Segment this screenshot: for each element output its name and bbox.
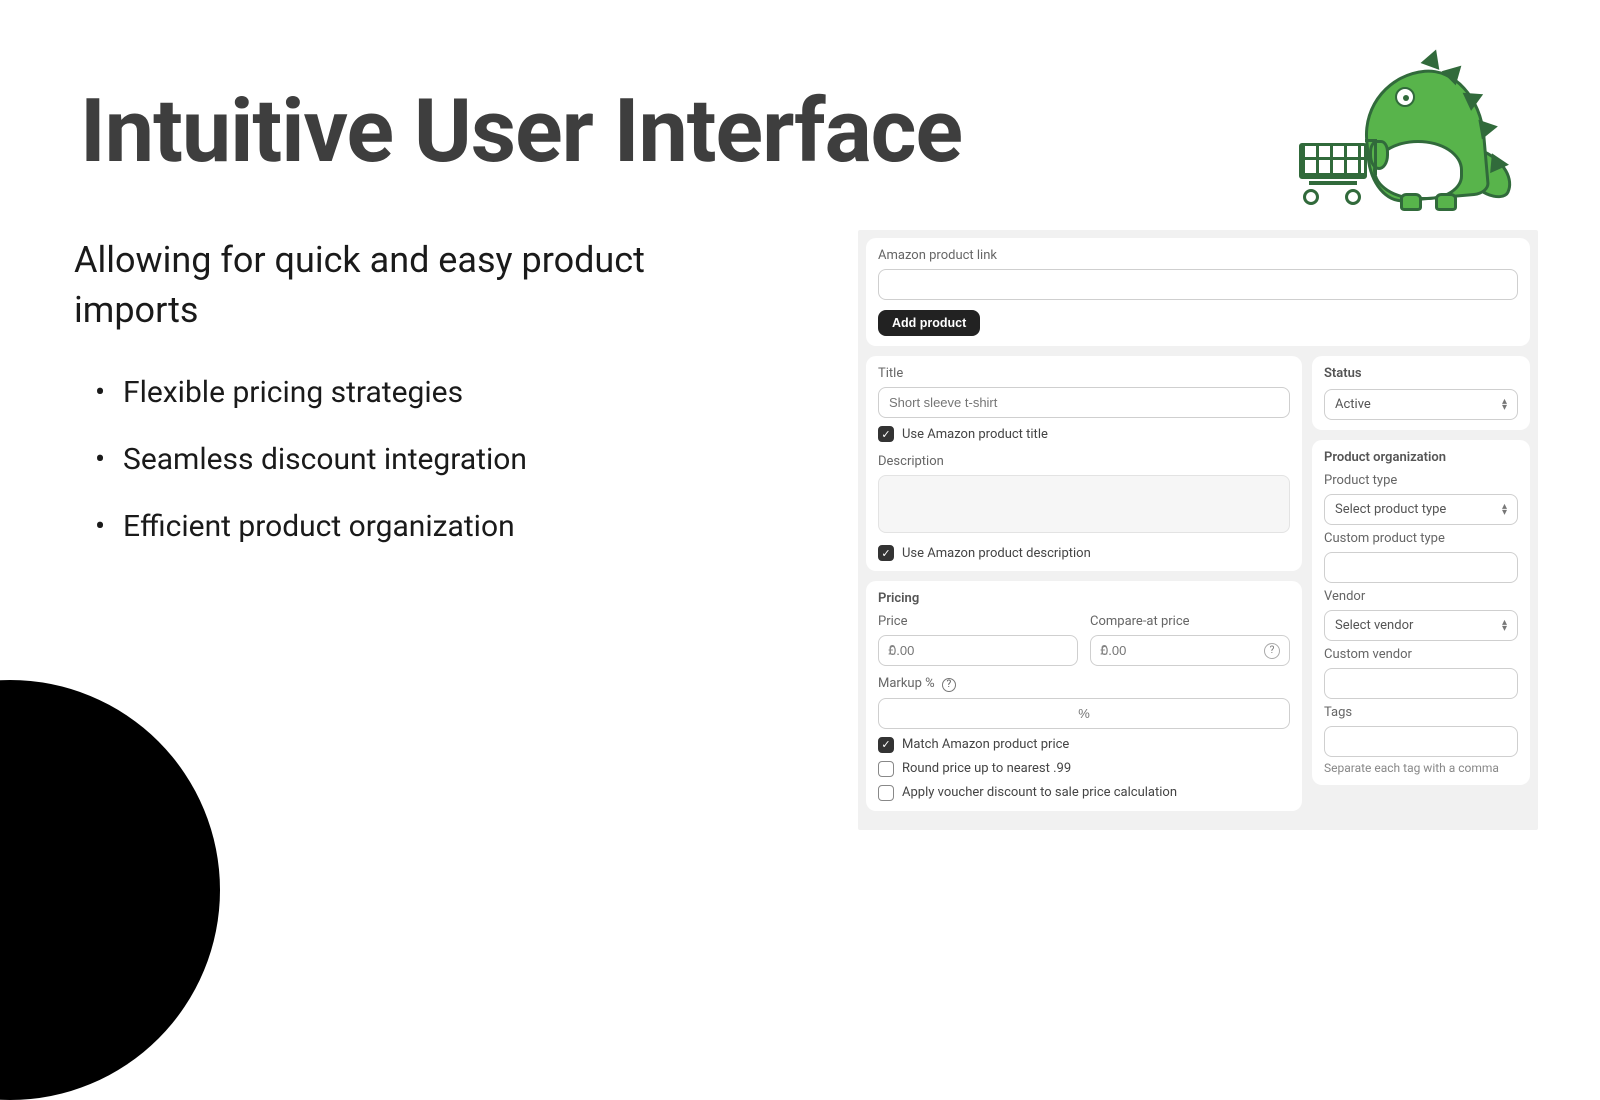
compare-help-icon[interactable]: ? xyxy=(1264,643,1280,659)
tags-label: Tags xyxy=(1324,705,1518,720)
slide-title: Intuitive User Interface xyxy=(80,80,962,183)
product-type-label: Product type xyxy=(1324,473,1518,488)
slide-bullets: Flexible pricing strategies Seamless dis… xyxy=(95,375,527,576)
amazon-link-input[interactable] xyxy=(878,269,1518,300)
select-arrows-icon: ▴▾ xyxy=(1502,620,1507,632)
product-form: Amazon product link Add product Title Us… xyxy=(858,230,1538,830)
organization-card: Product organization Product type Select… xyxy=(1312,440,1530,785)
markup-help-icon[interactable]: ? xyxy=(942,678,956,692)
custom-vendor-input[interactable] xyxy=(1324,668,1518,699)
bullet-item: Efficient product organization xyxy=(95,509,527,544)
title-label: Title xyxy=(878,366,1290,381)
add-product-button[interactable]: Add product xyxy=(878,310,980,336)
tags-input[interactable] xyxy=(1324,726,1518,757)
compare-price-label: Compare-at price xyxy=(1090,614,1290,629)
status-value: Active xyxy=(1335,397,1371,412)
custom-product-type-input[interactable] xyxy=(1324,552,1518,583)
bullet-item: Flexible pricing strategies xyxy=(95,375,527,410)
amazon-link-label: Amazon product link xyxy=(878,248,1518,263)
match-amazon-price-label: Match Amazon product price xyxy=(902,737,1069,752)
markup-input[interactable] xyxy=(878,698,1290,729)
status-select[interactable]: Active ▴▾ xyxy=(1324,389,1518,420)
voucher-discount-checkbox[interactable] xyxy=(878,785,894,801)
vendor-label: Vendor xyxy=(1324,589,1518,604)
voucher-discount-label: Apply voucher discount to sale price cal… xyxy=(902,785,1177,800)
dino-mascot-icon xyxy=(1295,45,1495,210)
custom-vendor-label: Custom vendor xyxy=(1324,647,1518,662)
vendor-value: Select vendor xyxy=(1335,618,1413,633)
product-type-value: Select product type xyxy=(1335,502,1446,517)
select-arrows-icon: ▴▾ xyxy=(1502,399,1507,411)
round-price-checkbox[interactable] xyxy=(878,761,894,777)
status-card: Status Active ▴▾ xyxy=(1312,356,1530,430)
price-input[interactable] xyxy=(878,635,1078,666)
slide-subtitle: Allowing for quick and easy product impo… xyxy=(74,235,674,336)
use-amazon-description-checkbox[interactable] xyxy=(878,545,894,561)
compare-price-input[interactable] xyxy=(1090,635,1290,666)
price-label: Price xyxy=(878,614,1078,629)
pricing-heading: Pricing xyxy=(878,591,1290,606)
title-card: Title Use Amazon product title Descripti… xyxy=(866,356,1302,571)
custom-product-type-label: Custom product type xyxy=(1324,531,1518,546)
amazon-link-card: Amazon product link Add product xyxy=(866,238,1530,346)
status-heading: Status xyxy=(1324,366,1518,381)
description-label: Description xyxy=(878,454,1290,469)
decorative-blob xyxy=(0,680,220,1100)
organization-heading: Product organization xyxy=(1324,450,1518,465)
pricing-card: Pricing Price £ Compare-at price £ xyxy=(866,581,1302,811)
price-currency: £ xyxy=(888,643,896,658)
use-amazon-description-label: Use Amazon product description xyxy=(902,546,1091,561)
round-price-label: Round price up to nearest .99 xyxy=(902,761,1071,776)
markup-label: Markup % xyxy=(878,676,935,691)
match-amazon-price-checkbox[interactable] xyxy=(878,737,894,753)
product-type-select[interactable]: Select product type ▴▾ xyxy=(1324,494,1518,525)
use-amazon-title-label: Use Amazon product title xyxy=(902,427,1048,442)
use-amazon-title-checkbox[interactable] xyxy=(878,426,894,442)
tags-hint: Separate each tag with a comma xyxy=(1324,761,1518,775)
bullet-item: Seamless discount integration xyxy=(95,442,527,477)
compare-currency: £ xyxy=(1100,643,1108,658)
title-input[interactable] xyxy=(878,387,1290,418)
description-input[interactable] xyxy=(878,475,1290,533)
vendor-select[interactable]: Select vendor ▴▾ xyxy=(1324,610,1518,641)
select-arrows-icon: ▴▾ xyxy=(1502,504,1507,516)
